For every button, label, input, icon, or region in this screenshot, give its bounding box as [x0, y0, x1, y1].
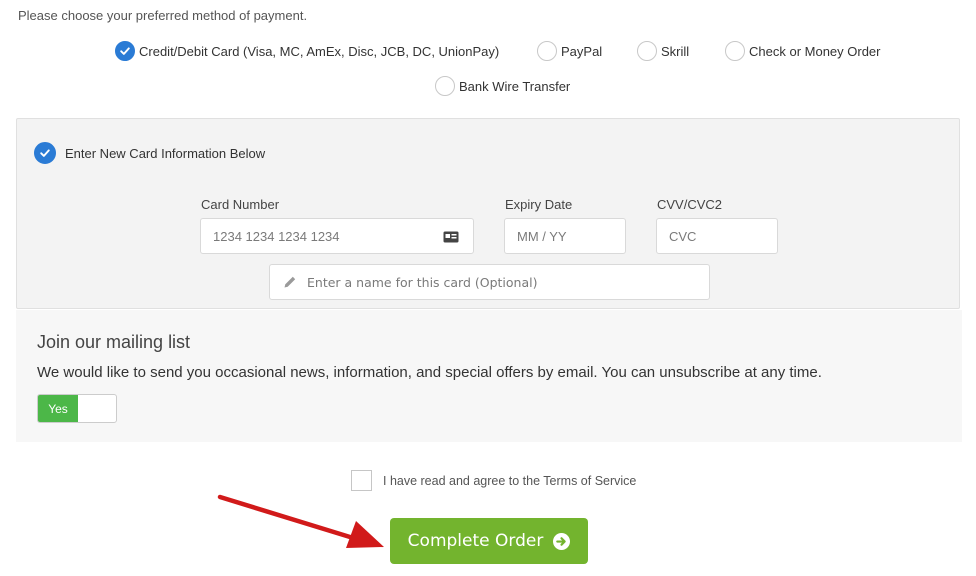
check-icon	[34, 142, 56, 164]
expiry-date-input[interactable]	[504, 218, 626, 254]
radio-unchecked-icon	[637, 41, 657, 61]
new-card-option[interactable]: Enter New Card Information Below	[34, 142, 265, 164]
card-number-input[interactable]	[200, 218, 474, 254]
radio-unchecked-icon	[435, 76, 455, 96]
cvv-label: CVV/CVC2	[657, 197, 723, 212]
expiry-date-label: Expiry Date	[505, 197, 573, 212]
payment-option-paypal[interactable]: PayPal	[537, 41, 602, 61]
payment-option-label: PayPal	[561, 43, 603, 59]
arrow-circle-right-icon	[553, 532, 571, 550]
tos-row[interactable]: I have read and agree to the Terms of Se…	[351, 470, 636, 491]
radio-unchecked-icon	[725, 41, 745, 61]
payment-option-check[interactable]: Check or Money Order	[725, 41, 881, 61]
tos-checkbox[interactable]	[351, 470, 372, 491]
card-number-label: Card Number	[201, 197, 280, 212]
payment-option-card[interactable]: Credit/Debit Card (Visa, MC, AmEx, Disc,…	[115, 41, 499, 61]
complete-order-label: Complete Order	[407, 531, 544, 551]
mailing-list-title: Join our mailing list	[37, 332, 191, 352]
new-card-label: Enter New Card Information Below	[65, 145, 266, 161]
complete-order-button[interactable]: Complete Order	[390, 518, 588, 564]
mailing-list-toggle[interactable]: Yes	[37, 394, 117, 423]
payment-intro-text: Please choose your preferred method of p…	[18, 8, 308, 23]
card-icon	[443, 231, 459, 243]
payment-option-label: Credit/Debit Card (Visa, MC, AmEx, Disc,…	[139, 43, 500, 59]
payment-option-label: Bank Wire Transfer	[459, 78, 571, 94]
check-icon	[115, 41, 135, 61]
payment-option-bank-wire[interactable]: Bank Wire Transfer	[435, 76, 570, 96]
radio-unchecked-icon	[537, 41, 557, 61]
payment-option-label: Skrill	[661, 43, 690, 59]
payment-option-label: Check or Money Order	[749, 43, 881, 59]
tos-label: I have read and agree to the Terms of Se…	[383, 473, 637, 488]
toggle-yes-label: Yes	[38, 395, 78, 422]
mailing-list-description: We would like to send you occasional new…	[37, 364, 822, 381]
cvv-input[interactable]	[656, 218, 778, 254]
payment-option-skrill[interactable]: Skrill	[637, 41, 689, 61]
card-name-input[interactable]	[269, 264, 710, 300]
pencil-icon	[284, 276, 296, 288]
